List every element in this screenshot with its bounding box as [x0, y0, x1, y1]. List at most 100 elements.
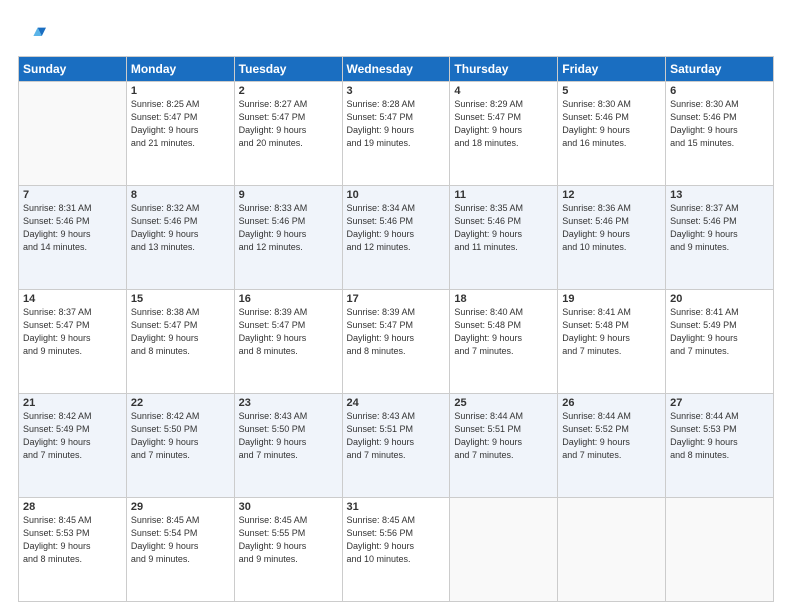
- calendar-cell: 18Sunrise: 8:40 AM Sunset: 5:48 PM Dayli…: [450, 290, 558, 394]
- day-info: Sunrise: 8:44 AM Sunset: 5:53 PM Dayligh…: [670, 410, 769, 462]
- calendar-week-row: 1Sunrise: 8:25 AM Sunset: 5:47 PM Daylig…: [19, 82, 774, 186]
- day-number: 16: [239, 293, 338, 305]
- calendar-cell: 14Sunrise: 8:37 AM Sunset: 5:47 PM Dayli…: [19, 290, 127, 394]
- logo: [18, 22, 50, 50]
- weekday-header: Monday: [126, 57, 234, 82]
- day-info: Sunrise: 8:36 AM Sunset: 5:46 PM Dayligh…: [562, 202, 661, 254]
- day-info: Sunrise: 8:38 AM Sunset: 5:47 PM Dayligh…: [131, 306, 230, 358]
- day-info: Sunrise: 8:35 AM Sunset: 5:46 PM Dayligh…: [454, 202, 553, 254]
- calendar-cell: 11Sunrise: 8:35 AM Sunset: 5:46 PM Dayli…: [450, 186, 558, 290]
- calendar-cell: 9Sunrise: 8:33 AM Sunset: 5:46 PM Daylig…: [234, 186, 342, 290]
- calendar-cell: 1Sunrise: 8:25 AM Sunset: 5:47 PM Daylig…: [126, 82, 234, 186]
- day-number: 5: [562, 85, 661, 97]
- calendar-week-row: 7Sunrise: 8:31 AM Sunset: 5:46 PM Daylig…: [19, 186, 774, 290]
- day-info: Sunrise: 8:45 AM Sunset: 5:56 PM Dayligh…: [347, 514, 446, 566]
- day-info: Sunrise: 8:42 AM Sunset: 5:50 PM Dayligh…: [131, 410, 230, 462]
- calendar-cell: 3Sunrise: 8:28 AM Sunset: 5:47 PM Daylig…: [342, 82, 450, 186]
- calendar-week-row: 14Sunrise: 8:37 AM Sunset: 5:47 PM Dayli…: [19, 290, 774, 394]
- day-info: Sunrise: 8:40 AM Sunset: 5:48 PM Dayligh…: [454, 306, 553, 358]
- day-number: 11: [454, 189, 553, 201]
- calendar-cell: 24Sunrise: 8:43 AM Sunset: 5:51 PM Dayli…: [342, 394, 450, 498]
- calendar-week-row: 28Sunrise: 8:45 AM Sunset: 5:53 PM Dayli…: [19, 498, 774, 602]
- calendar-table: SundayMondayTuesdayWednesdayThursdayFrid…: [18, 56, 774, 602]
- calendar-cell: 20Sunrise: 8:41 AM Sunset: 5:49 PM Dayli…: [666, 290, 774, 394]
- day-number: 8: [131, 189, 230, 201]
- calendar-cell: 23Sunrise: 8:43 AM Sunset: 5:50 PM Dayli…: [234, 394, 342, 498]
- weekday-header: Wednesday: [342, 57, 450, 82]
- day-number: 6: [670, 85, 769, 97]
- day-number: 3: [347, 85, 446, 97]
- day-number: 24: [347, 397, 446, 409]
- calendar-cell: 5Sunrise: 8:30 AM Sunset: 5:46 PM Daylig…: [558, 82, 666, 186]
- day-number: 2: [239, 85, 338, 97]
- weekday-header: Friday: [558, 57, 666, 82]
- day-number: 20: [670, 293, 769, 305]
- header: [18, 18, 774, 50]
- day-info: Sunrise: 8:30 AM Sunset: 5:46 PM Dayligh…: [670, 98, 769, 150]
- logo-icon: [18, 22, 46, 50]
- calendar-cell: 12Sunrise: 8:36 AM Sunset: 5:46 PM Dayli…: [558, 186, 666, 290]
- day-number: 19: [562, 293, 661, 305]
- calendar-cell: 26Sunrise: 8:44 AM Sunset: 5:52 PM Dayli…: [558, 394, 666, 498]
- calendar-cell: 2Sunrise: 8:27 AM Sunset: 5:47 PM Daylig…: [234, 82, 342, 186]
- calendar-cell: 10Sunrise: 8:34 AM Sunset: 5:46 PM Dayli…: [342, 186, 450, 290]
- day-number: 17: [347, 293, 446, 305]
- calendar-cell: 8Sunrise: 8:32 AM Sunset: 5:46 PM Daylig…: [126, 186, 234, 290]
- day-info: Sunrise: 8:45 AM Sunset: 5:54 PM Dayligh…: [131, 514, 230, 566]
- calendar-cell: 15Sunrise: 8:38 AM Sunset: 5:47 PM Dayli…: [126, 290, 234, 394]
- day-info: Sunrise: 8:30 AM Sunset: 5:46 PM Dayligh…: [562, 98, 661, 150]
- page: SundayMondayTuesdayWednesdayThursdayFrid…: [0, 0, 792, 612]
- day-info: Sunrise: 8:25 AM Sunset: 5:47 PM Dayligh…: [131, 98, 230, 150]
- calendar-cell: 22Sunrise: 8:42 AM Sunset: 5:50 PM Dayli…: [126, 394, 234, 498]
- day-number: 25: [454, 397, 553, 409]
- header-row: SundayMondayTuesdayWednesdayThursdayFrid…: [19, 57, 774, 82]
- day-info: Sunrise: 8:41 AM Sunset: 5:49 PM Dayligh…: [670, 306, 769, 358]
- calendar-cell: 27Sunrise: 8:44 AM Sunset: 5:53 PM Dayli…: [666, 394, 774, 498]
- calendar-cell: 28Sunrise: 8:45 AM Sunset: 5:53 PM Dayli…: [19, 498, 127, 602]
- calendar-cell: 31Sunrise: 8:45 AM Sunset: 5:56 PM Dayli…: [342, 498, 450, 602]
- day-number: 31: [347, 501, 446, 513]
- day-number: 13: [670, 189, 769, 201]
- weekday-header: Thursday: [450, 57, 558, 82]
- day-number: 23: [239, 397, 338, 409]
- day-number: 22: [131, 397, 230, 409]
- day-number: 18: [454, 293, 553, 305]
- day-number: 26: [562, 397, 661, 409]
- day-info: Sunrise: 8:27 AM Sunset: 5:47 PM Dayligh…: [239, 98, 338, 150]
- day-number: 9: [239, 189, 338, 201]
- calendar-cell: [666, 498, 774, 602]
- weekday-header: Tuesday: [234, 57, 342, 82]
- day-number: 7: [23, 189, 122, 201]
- day-number: 1: [131, 85, 230, 97]
- day-info: Sunrise: 8:39 AM Sunset: 5:47 PM Dayligh…: [347, 306, 446, 358]
- weekday-header: Saturday: [666, 57, 774, 82]
- day-number: 15: [131, 293, 230, 305]
- day-number: 12: [562, 189, 661, 201]
- day-info: Sunrise: 8:43 AM Sunset: 5:51 PM Dayligh…: [347, 410, 446, 462]
- day-number: 28: [23, 501, 122, 513]
- day-info: Sunrise: 8:44 AM Sunset: 5:52 PM Dayligh…: [562, 410, 661, 462]
- day-info: Sunrise: 8:43 AM Sunset: 5:50 PM Dayligh…: [239, 410, 338, 462]
- calendar-week-row: 21Sunrise: 8:42 AM Sunset: 5:49 PM Dayli…: [19, 394, 774, 498]
- day-info: Sunrise: 8:37 AM Sunset: 5:47 PM Dayligh…: [23, 306, 122, 358]
- calendar-cell: 29Sunrise: 8:45 AM Sunset: 5:54 PM Dayli…: [126, 498, 234, 602]
- calendar-cell: 17Sunrise: 8:39 AM Sunset: 5:47 PM Dayli…: [342, 290, 450, 394]
- day-info: Sunrise: 8:44 AM Sunset: 5:51 PM Dayligh…: [454, 410, 553, 462]
- day-info: Sunrise: 8:39 AM Sunset: 5:47 PM Dayligh…: [239, 306, 338, 358]
- calendar-cell: [558, 498, 666, 602]
- weekday-header: Sunday: [19, 57, 127, 82]
- day-info: Sunrise: 8:28 AM Sunset: 5:47 PM Dayligh…: [347, 98, 446, 150]
- calendar-cell: [450, 498, 558, 602]
- day-info: Sunrise: 8:31 AM Sunset: 5:46 PM Dayligh…: [23, 202, 122, 254]
- day-number: 10: [347, 189, 446, 201]
- day-number: 21: [23, 397, 122, 409]
- day-number: 30: [239, 501, 338, 513]
- day-info: Sunrise: 8:45 AM Sunset: 5:53 PM Dayligh…: [23, 514, 122, 566]
- day-number: 4: [454, 85, 553, 97]
- calendar-cell: 16Sunrise: 8:39 AM Sunset: 5:47 PM Dayli…: [234, 290, 342, 394]
- calendar-cell: 30Sunrise: 8:45 AM Sunset: 5:55 PM Dayli…: [234, 498, 342, 602]
- calendar-cell: [19, 82, 127, 186]
- day-number: 27: [670, 397, 769, 409]
- day-number: 29: [131, 501, 230, 513]
- calendar-cell: 21Sunrise: 8:42 AM Sunset: 5:49 PM Dayli…: [19, 394, 127, 498]
